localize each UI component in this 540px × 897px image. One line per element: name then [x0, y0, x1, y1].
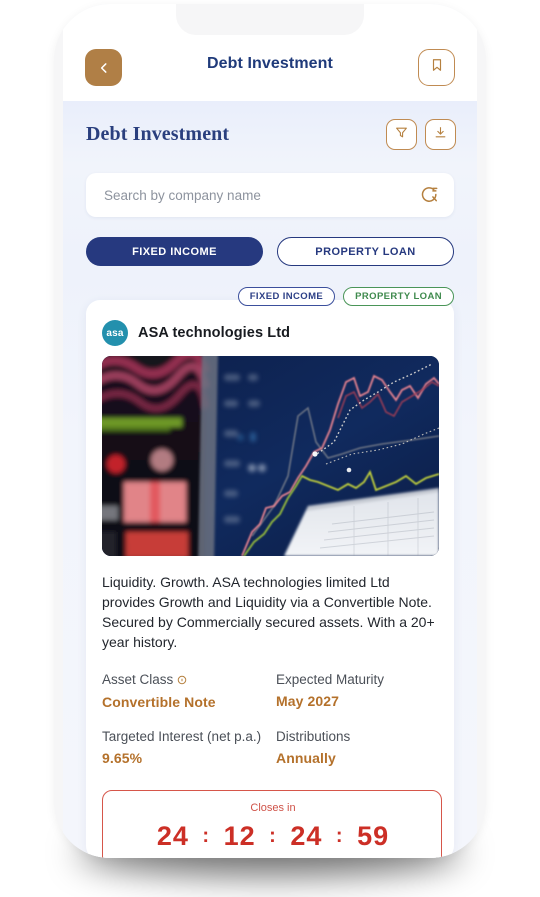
detail-value: Annually — [276, 750, 336, 766]
download-icon — [434, 126, 447, 144]
search-input[interactable] — [104, 173, 394, 217]
closes-in-countdown: Closes in 24 : 12 : 24 : 59 — [102, 790, 442, 858]
filter-icon — [395, 126, 408, 144]
detail-distributions: Distributions Annually — [272, 729, 442, 766]
countdown-separator: : — [269, 825, 277, 847]
countdown-separator: : — [335, 825, 344, 847]
page-title: Debt Investment — [86, 123, 230, 145]
search-refresh-icon[interactable] — [420, 185, 440, 205]
avatar: asa — [102, 320, 128, 346]
screenshot-stage: Debt Investment Debt Investment Search b… — [0, 0, 540, 897]
card-header: asa ASA technologies Ltd — [102, 320, 290, 346]
filter-button[interactable] — [386, 119, 417, 150]
detail-label-wrap: Asset Class — [102, 672, 272, 688]
countdown-hours: 12 — [223, 821, 256, 851]
trading-charts-photo — [102, 356, 439, 556]
detail-value: May 2027 — [276, 693, 340, 709]
info-icon[interactable] — [177, 673, 187, 688]
countdown-timer: 24 : 12 : 24 : 59 — [103, 821, 443, 852]
investment-details-grid: Asset Class Convertible Note Expected Ma… — [102, 672, 442, 785]
section-header-band: Debt Investment — [63, 101, 477, 165]
company-name: ASA technologies Ltd — [138, 325, 291, 341]
details-row-2: Targeted Interest (net p.a.) 9.65% Distr… — [102, 729, 442, 766]
badge-property-loan: PROPERTY LOAN — [343, 287, 454, 306]
phone-frame: Debt Investment Debt Investment Search b… — [54, 4, 486, 858]
detail-asset-class: Asset Class Convertible Note — [102, 672, 272, 710]
detail-label: Expected Maturity — [276, 672, 385, 687]
search-bar[interactable] — [86, 173, 454, 217]
detail-value: 9.65% — [102, 750, 143, 766]
badge-fixed-income: FIXED INCOME — [237, 287, 336, 306]
detail-value: Convertible Note — [102, 694, 216, 710]
tab-property-loan[interactable]: PROPERTY LOAN — [277, 237, 454, 266]
phone-screen: Debt Investment Debt Investment Search b… — [63, 4, 477, 858]
bookmark-button[interactable] — [418, 49, 455, 86]
bookmark-icon — [430, 57, 444, 78]
countdown-days: 24 — [156, 821, 189, 851]
phone-notch — [176, 4, 364, 35]
details-row-1: Asset Class Convertible Note Expected Ma… — [102, 672, 442, 710]
detail-expected-maturity: Expected Maturity May 2027 — [272, 672, 442, 710]
card-badge-row: FIXED INCOME PROPERTY LOAN — [237, 287, 454, 306]
countdown-label: Closes in — [250, 802, 296, 814]
content-scroll-area[interactable]: FIXED INCOME PROPERTY LOAN FIXED INCOME … — [63, 165, 477, 858]
countdown-minutes: 24 — [290, 821, 323, 851]
card-description: Liquidity. Growth. ASA technologies limi… — [102, 574, 435, 650]
investment-card[interactable]: asa ASA technologies Ltd Liquidity. Grow… — [86, 300, 454, 858]
countdown-separator: : — [202, 825, 211, 847]
download-button[interactable] — [425, 119, 456, 150]
category-tabs: FIXED INCOME PROPERTY LOAN — [86, 237, 454, 267]
tab-fixed-income[interactable]: FIXED INCOME — [86, 237, 263, 266]
detail-label: Targeted Interest (net p.a.) — [102, 729, 262, 744]
detail-label: Asset Class — [102, 672, 174, 687]
detail-targeted-interest: Targeted Interest (net p.a.) 9.65% — [102, 729, 272, 766]
countdown-seconds: 59 — [357, 821, 390, 851]
detail-label: Distributions — [276, 729, 351, 744]
